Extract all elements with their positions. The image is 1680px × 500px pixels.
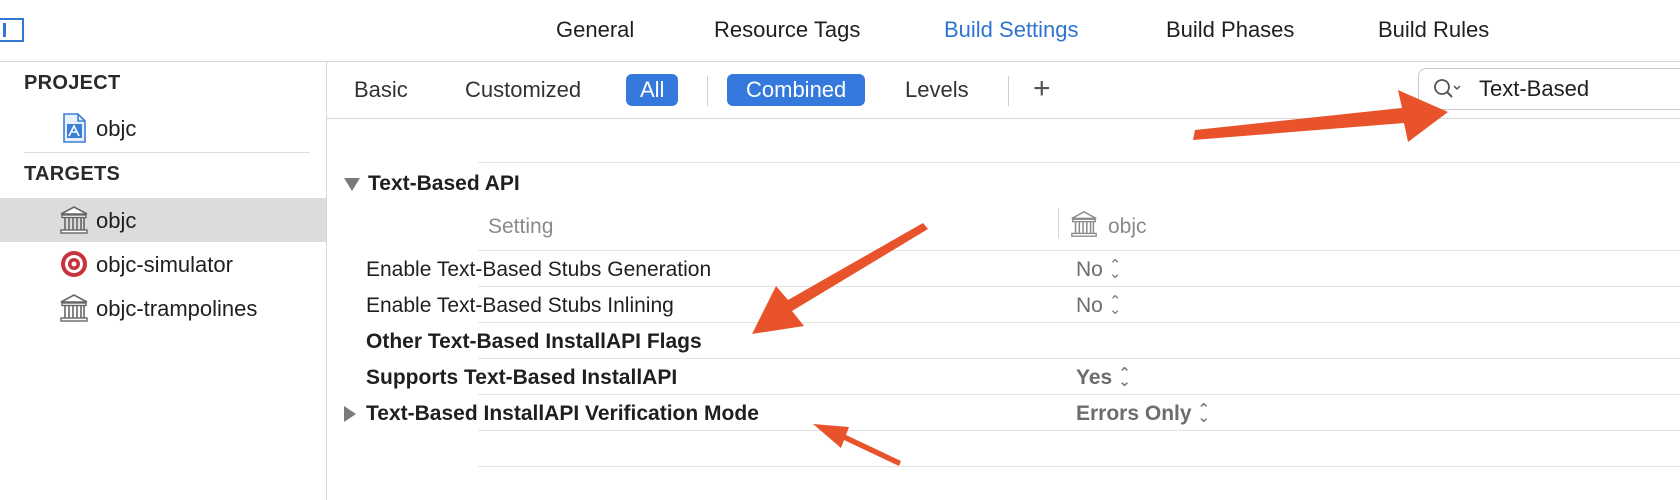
setting-row-label[interactable]: Enable Text-Based Stubs Inlining <box>366 294 674 318</box>
popup-stepper-icon: ⌃ ⌄ <box>1108 293 1122 319</box>
section-divider <box>24 152 310 153</box>
project-section-header: PROJECT <box>24 72 121 94</box>
setting-value-text: Yes <box>1076 366 1113 389</box>
setting-value-text: Errors Only <box>1076 402 1192 425</box>
target-item-objc-simulator[interactable]: objc-simulator <box>0 242 326 286</box>
setting-value-text: No <box>1076 258 1103 281</box>
tab-build-settings[interactable]: Build Settings <box>944 17 1079 43</box>
filter-basic-button[interactable]: Basic <box>354 74 408 106</box>
search-field[interactable]: Text-Based <box>1418 68 1680 110</box>
row-separator <box>478 322 1680 323</box>
setting-row-value[interactable]: Errors Only ⌃ ⌄ <box>1076 402 1210 426</box>
filter-customized-button[interactable]: Customized <box>465 74 581 106</box>
column-header-target: objc <box>1108 215 1147 238</box>
add-build-setting-button[interactable]: + <box>1033 72 1051 106</box>
framework-icon <box>60 206 88 234</box>
sidebar-toggle-icon[interactable] <box>0 18 24 42</box>
column-header-setting: Setting <box>488 215 554 238</box>
tab-general[interactable]: General <box>556 17 634 43</box>
project-item-label: objc <box>96 116 137 141</box>
target-item-objc[interactable]: objc <box>0 198 326 242</box>
setting-row-label[interactable]: Text-Based InstallAPI Verification Mode <box>366 402 759 426</box>
setting-value-text: No <box>1076 294 1103 317</box>
view-combined-button[interactable]: Combined <box>727 74 866 106</box>
view-levels-button[interactable]: Levels <box>905 74 969 106</box>
filter-separator <box>707 76 708 106</box>
tab-build-phases[interactable]: Build Phases <box>1166 17 1294 43</box>
row-separator <box>478 162 1680 163</box>
popup-stepper-icon: ⌃ ⌄ <box>1108 257 1122 283</box>
row-separator <box>478 394 1680 395</box>
project-navigator: PROJECT objc TARGETS objc objc-simulator <box>0 62 327 500</box>
target-icon <box>61 251 87 277</box>
setting-row-label[interactable]: Supports Text-Based InstallAPI <box>366 366 677 390</box>
setting-row-label[interactable]: Enable Text-Based Stubs Generation <box>366 258 711 282</box>
project-file-icon <box>63 113 86 143</box>
tab-build-rules[interactable]: Build Rules <box>1378 17 1489 43</box>
target-label: objc-trampolines <box>96 296 258 321</box>
filter-all-button[interactable]: All <box>626 74 679 106</box>
targets-section-header: TARGETS <box>24 163 121 185</box>
setting-row-value[interactable]: No ⌃ ⌄ <box>1076 258 1121 282</box>
target-label: objc <box>96 208 137 233</box>
row-separator <box>478 430 1680 431</box>
row-separator <box>478 466 1680 467</box>
annotation-arrow <box>752 223 928 334</box>
search-icon <box>1434 79 1461 98</box>
setting-row-value[interactable]: Yes ⌃ ⌄ <box>1076 366 1131 390</box>
row-separator <box>478 358 1680 359</box>
editor-tab-bar: General Resource Tags Build Settings Bui… <box>0 0 1680 62</box>
tab-resource-tags[interactable]: Resource Tags <box>714 17 860 43</box>
framework-icon <box>1071 210 1097 237</box>
build-settings-filter-bar: Basic Customized All Combined Levels + T… <box>327 62 1680 119</box>
settings-group-title: Text-Based API <box>368 172 520 195</box>
popup-stepper-icon: ⌃ ⌄ <box>1197 401 1211 427</box>
setting-row-label[interactable]: Other Text-Based InstallAPI Flags <box>366 330 702 354</box>
target-label: objc-simulator <box>96 252 233 277</box>
column-divider <box>1058 208 1059 238</box>
setting-row-value[interactable]: No ⌃ ⌄ <box>1076 294 1121 318</box>
disclosure-triangle-expanded-icon[interactable] <box>344 178 360 191</box>
row-separator <box>478 286 1680 287</box>
project-item[interactable]: objc <box>0 106 326 150</box>
search-field-value: Text-Based <box>1479 76 1590 101</box>
popup-stepper-icon: ⌃ ⌄ <box>1118 365 1131 391</box>
disclosure-triangle-collapsed-icon[interactable] <box>344 406 356 422</box>
target-item-objc-trampolines[interactable]: objc-trampolines <box>0 286 326 330</box>
row-separator <box>478 250 1680 251</box>
framework-icon <box>60 294 88 322</box>
filter-separator <box>1008 76 1009 106</box>
